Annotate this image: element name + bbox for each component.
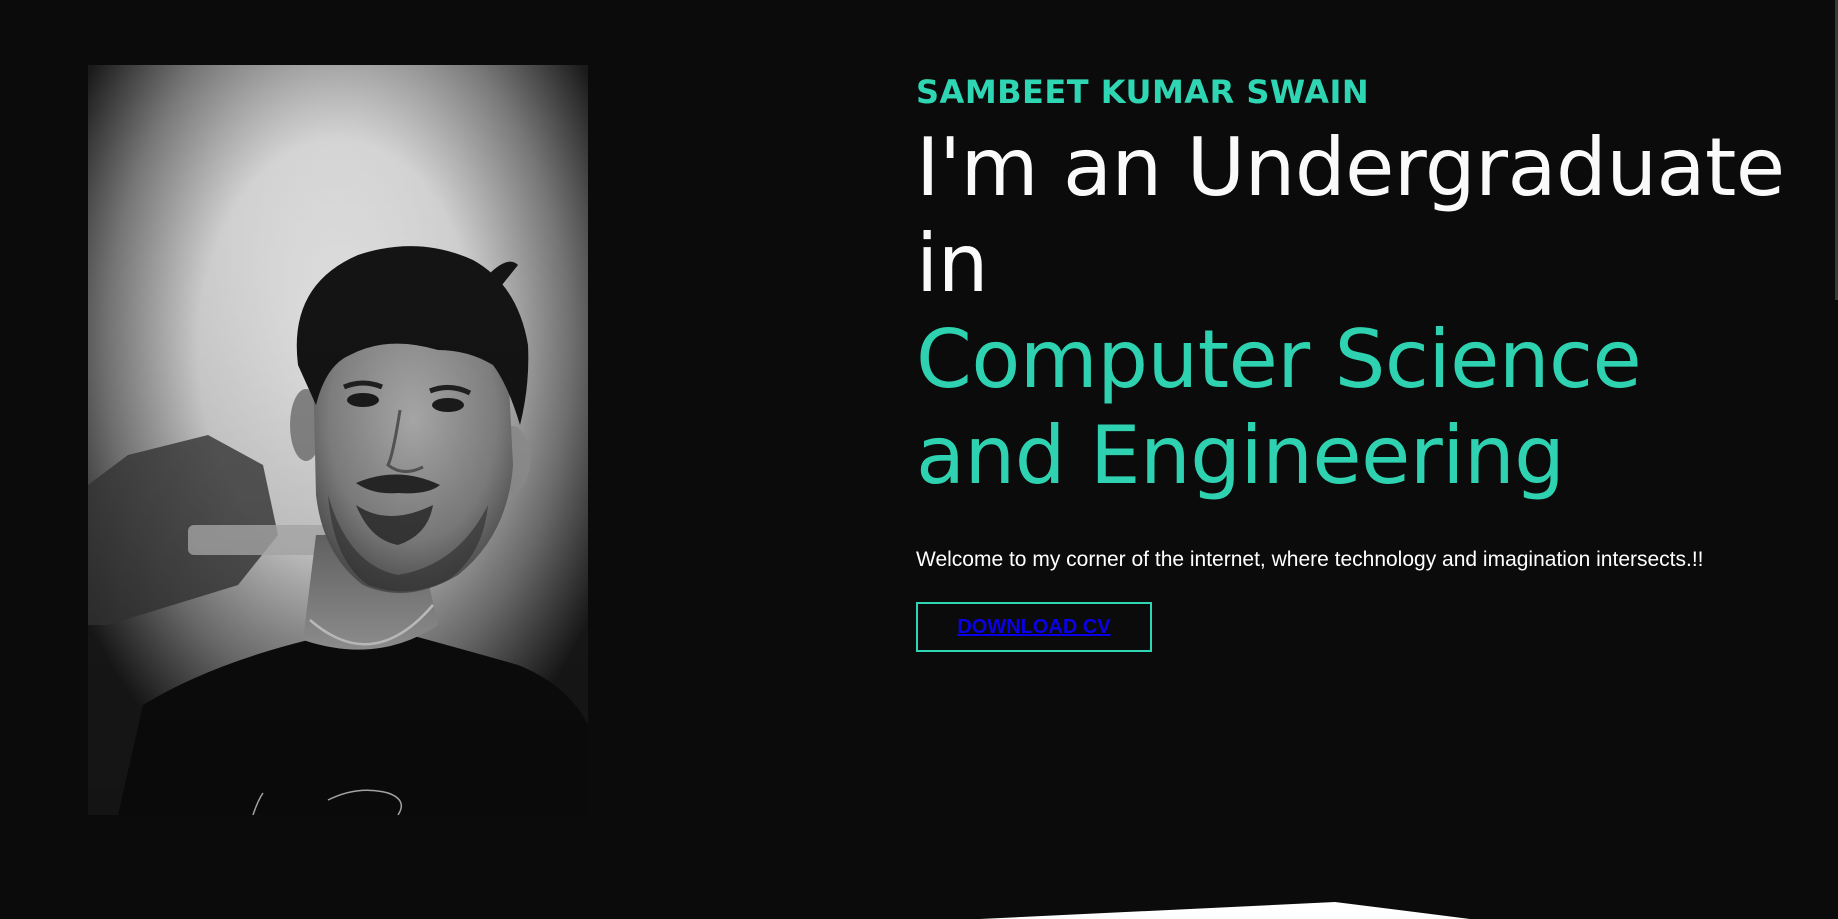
hero-intro-line-2: in [916, 217, 988, 310]
profile-photo [88, 65, 588, 815]
bottom-divider-shape [980, 902, 1470, 919]
hero-name: SAMBEET KUMAR SWAIN [916, 73, 1370, 111]
hero-intro-line-1: I'm an Undergraduate [916, 121, 1785, 214]
download-cv-button[interactable]: DOWNLOAD CV [916, 602, 1152, 652]
portrait-illustration [88, 65, 588, 815]
hero-field-line-2: and Engineering [916, 409, 1565, 502]
hero-section: SAMBEET KUMAR SWAIN I'm an Undergraduate… [916, 72, 1816, 652]
download-cv-link[interactable]: DOWNLOAD CV [957, 616, 1110, 638]
hero-tagline: Welcome to my corner of the internet, wh… [916, 548, 1704, 571]
hero-field-line-1: Computer Science [916, 313, 1642, 406]
page: SAMBEET KUMAR SWAIN I'm an Undergraduate… [0, 0, 1838, 919]
